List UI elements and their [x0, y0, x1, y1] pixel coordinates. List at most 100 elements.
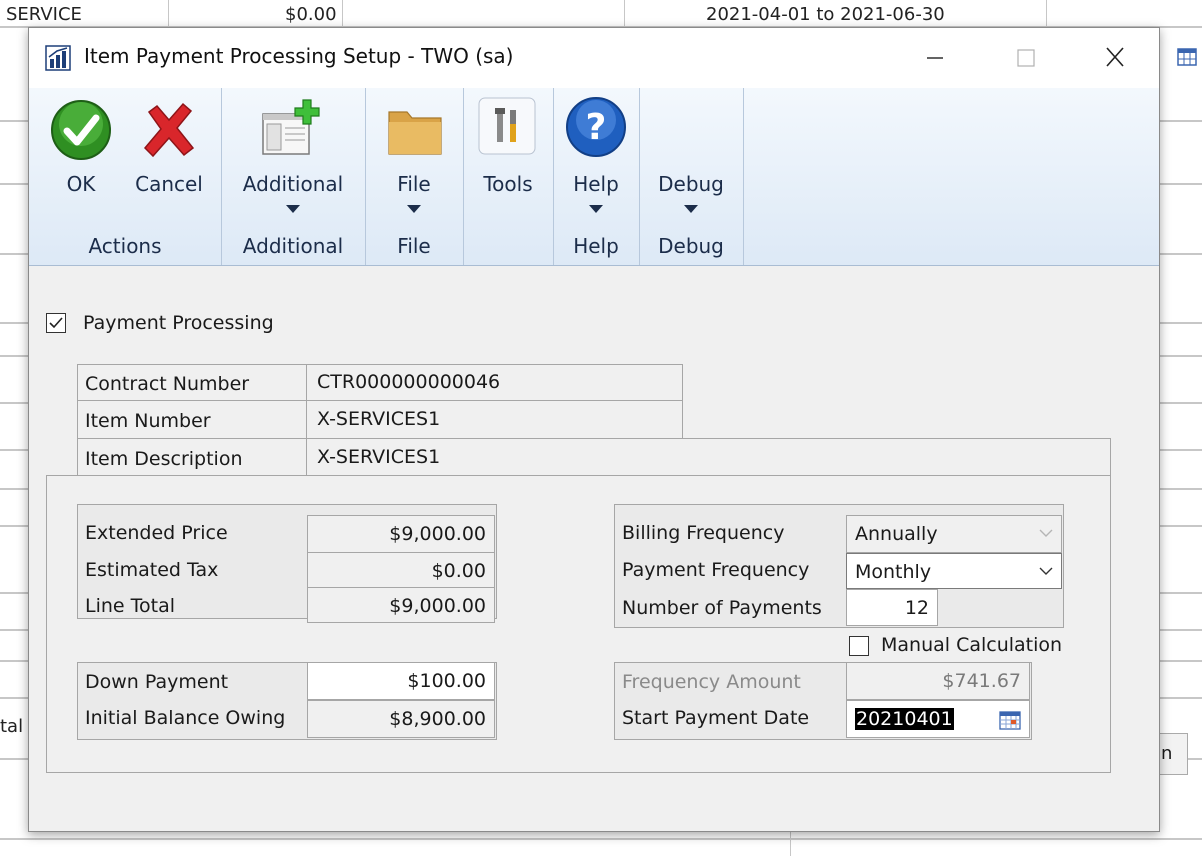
- chart-icon: [45, 45, 71, 71]
- folder-icon: [388, 111, 442, 155]
- ribbon-toolbar: OK Cancel Actions Additional Additional …: [29, 88, 1159, 266]
- bg-row-line: [0, 838, 1202, 840]
- dropdown-arrow-icon: [286, 205, 300, 213]
- ok-label: OK: [66, 172, 96, 196]
- payment-processing-checkbox[interactable]: [46, 313, 66, 333]
- estimated-tax-value: $0.00: [431, 560, 486, 582]
- maximize-icon[interactable]: [1005, 40, 1045, 76]
- help-label: Help: [573, 172, 619, 196]
- tools-label: Tools: [483, 172, 533, 196]
- check-icon: [51, 100, 111, 160]
- line-total-field[interactable]: $9,000.00: [307, 587, 495, 623]
- tools-icon: [478, 97, 536, 155]
- line-total-value: $9,000.00: [389, 595, 486, 617]
- estimated-tax-label: Estimated Tax: [85, 559, 219, 581]
- payment-frequency-value: Monthly: [855, 561, 932, 583]
- bg-divider: [168, 0, 169, 26]
- chevron-down-icon: [1039, 567, 1053, 575]
- contract-number-value[interactable]: CTR000000000046: [317, 371, 500, 393]
- minimize-icon[interactable]: [915, 40, 955, 76]
- bg-button-label: n: [1161, 743, 1173, 764]
- extended-price-label: Extended Price: [85, 522, 228, 544]
- checkmark-icon: [49, 317, 63, 329]
- number-of-payments-field[interactable]: 12: [846, 589, 938, 626]
- bg-item-cell: SERVICE: [6, 4, 82, 25]
- ribbon-group-actions: OK Cancel Actions: [29, 88, 222, 265]
- ribbon-group-help: ? Help Help: [553, 88, 640, 265]
- item-number-label: Item Number: [85, 410, 211, 432]
- bg-total-fragment: tal: [0, 716, 24, 737]
- billing-frequency-select[interactable]: Annually: [846, 515, 1062, 553]
- item-description-value[interactable]: X-SERVICES1: [317, 446, 440, 468]
- debug-menu-button[interactable]: Debug: [639, 88, 743, 228]
- bg-divider: [342, 0, 343, 26]
- group-name-file: File: [397, 234, 431, 258]
- header-divider: [306, 364, 307, 475]
- group-name-actions: Actions: [88, 234, 162, 258]
- manual-calculation-label: Manual Calculation: [881, 634, 1063, 656]
- estimated-tax-field[interactable]: $0.00: [307, 552, 495, 588]
- debug-label: Debug: [658, 172, 724, 196]
- bg-divider: [1046, 0, 1047, 26]
- dropdown-arrow-icon: [407, 205, 421, 213]
- payment-frequency-select[interactable]: Monthly: [846, 553, 1062, 589]
- additional-label: Additional: [242, 172, 344, 196]
- frequency-amount-label: Frequency Amount: [622, 671, 801, 693]
- line-total-label: Line Total: [85, 595, 176, 617]
- start-payment-date-field[interactable]: 20210401: [846, 700, 1030, 738]
- title-bar[interactable]: Item Payment Processing Setup - TWO (sa): [29, 28, 1159, 88]
- number-of-payments-label: Number of Payments: [622, 597, 822, 619]
- additional-menu-button[interactable]: Additional: [221, 88, 365, 228]
- bg-button[interactable]: n: [1158, 733, 1188, 775]
- add-window-icon: [262, 99, 320, 155]
- item-description-label: Item Description: [85, 448, 243, 470]
- help-menu-button[interactable]: ? Help: [553, 88, 639, 228]
- start-payment-date-label: Start Payment Date: [622, 707, 810, 729]
- dropdown-arrow-icon: [684, 205, 698, 213]
- grid-icon[interactable]: [1176, 46, 1198, 68]
- ribbon-group-additional: Additional Additional: [221, 88, 366, 265]
- number-of-payments-value: 12: [904, 597, 929, 619]
- file-menu-button[interactable]: File: [365, 88, 463, 228]
- cancel-button[interactable]: Cancel: [125, 88, 213, 228]
- window-title: Item Payment Processing Setup - TWO (sa): [84, 44, 514, 68]
- manual-calculation-checkbox[interactable]: [849, 636, 869, 656]
- initial-balance-field[interactable]: $8,900.00: [307, 700, 495, 738]
- bg-divider: [790, 830, 791, 856]
- contract-number-label: Contract Number: [85, 373, 250, 395]
- chevron-down-icon: [1039, 529, 1053, 537]
- form-area: Payment Processing Contract Number CTR00…: [29, 266, 1159, 831]
- item-number-value[interactable]: X-SERVICES1: [317, 408, 440, 430]
- frequency-amount-value: $741.67: [942, 670, 1021, 692]
- billing-frequency-label: Billing Frequency: [622, 522, 785, 544]
- down-payment-field[interactable]: $100.00: [307, 662, 495, 700]
- ribbon-group-tools: Tools: [463, 88, 554, 265]
- payment-processing-dialog: Item Payment Processing Setup - TWO (sa)…: [28, 27, 1160, 832]
- ok-button[interactable]: OK: [37, 88, 125, 228]
- x-icon: [143, 102, 195, 158]
- group-name-debug: Debug: [658, 234, 724, 258]
- close-icon[interactable]: [1095, 40, 1135, 76]
- group-name-help: Help: [573, 234, 619, 258]
- frequency-amount-field[interactable]: $741.67: [846, 662, 1030, 700]
- file-label: File: [397, 172, 431, 196]
- group-name-additional: Additional: [242, 234, 344, 258]
- payment-processing-label: Payment Processing: [83, 312, 274, 334]
- bg-date-range-cell: 2021-04-01 to 2021-06-30: [706, 4, 945, 25]
- extended-price-field[interactable]: $9,000.00: [307, 515, 495, 553]
- cancel-label: Cancel: [135, 172, 203, 196]
- ribbon-group-file: File File: [365, 88, 464, 265]
- down-payment-value: $100.00: [407, 670, 486, 692]
- extended-price-value: $9,000.00: [389, 523, 486, 545]
- calendar-icon[interactable]: [999, 710, 1021, 730]
- svg-text:?: ?: [586, 107, 607, 148]
- down-payment-label: Down Payment: [85, 671, 229, 693]
- tools-menu-button[interactable]: Tools: [463, 88, 553, 228]
- initial-balance-value: $8,900.00: [389, 708, 486, 730]
- start-payment-date-value: 20210401: [855, 708, 954, 730]
- ribbon-group-debug: Debug Debug: [639, 88, 744, 265]
- initial-balance-label: Initial Balance Owing: [85, 707, 286, 729]
- dropdown-arrow-icon: [589, 205, 603, 213]
- bg-divider: [624, 0, 625, 26]
- bg-amount-cell: $0.00: [285, 4, 337, 25]
